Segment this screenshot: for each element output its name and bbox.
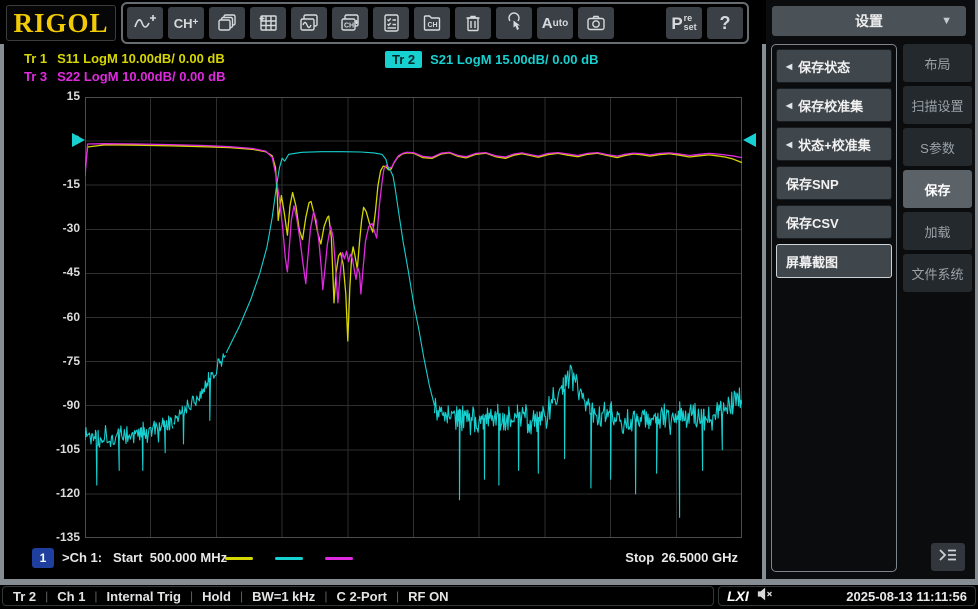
submenu-column: ◀ 保存状态 ◀ 保存校准集 ◀ 状态+校准集 保存SNP 保存CSV 屏幕截图 <box>771 44 897 572</box>
legend-dash-s11 <box>225 557 253 560</box>
y-tick: -30 <box>62 221 80 235</box>
status-bar: Tr 2 | Ch 1 | Internal Trig | Hold | BW=1 kH… <box>0 585 978 609</box>
trace-format: S21 LogM 15.00dB/ 0.00 dB <box>430 52 599 67</box>
auto-scale-button[interactable]: Auto <box>537 7 573 39</box>
tab-s-params[interactable]: S参数 <box>903 128 972 166</box>
y-tick: -45 <box>62 265 80 279</box>
collapse-menu-icon <box>938 547 958 568</box>
trace-manager-button[interactable] <box>373 7 409 39</box>
submenu-arrow-icon: ◀ <box>786 100 793 110</box>
clipboard-list-icon <box>380 12 402 34</box>
status-left-section: Tr 2 | Ch 1 | Internal Trig | Hold | BW=1 kH… <box>2 586 714 606</box>
submenu-item-save-csv[interactable]: 保存CSV <box>776 205 892 239</box>
stop-frequency-label[interactable]: Stop 26.5000 GHz <box>625 550 738 565</box>
lxi-logo: LXI <box>727 588 749 604</box>
channel-windows-button[interactable]: CH <box>332 7 368 39</box>
status-right-section: LXI 2025-08-13 11:11:56 <box>718 586 976 606</box>
status-cal: C 2-Port <box>336 588 387 604</box>
help-button[interactable]: ? <box>707 7 743 39</box>
submenu-item-screenshot[interactable]: 屏幕截图 <box>776 244 892 278</box>
window-wave-icon <box>298 12 320 34</box>
ref-level-marker-right <box>743 133 756 147</box>
svg-text:CH: CH <box>344 23 354 30</box>
preset-button[interactable]: P re set <box>666 7 702 39</box>
rigol-logo: RIGOL <box>6 5 116 41</box>
submenu-arrow-icon: ◀ <box>786 139 793 149</box>
menu-header-label: 设置 <box>855 13 883 29</box>
y-tick: -60 <box>62 310 80 324</box>
trace-format: S11 LogM 10.00dB/ 0.00 dB <box>57 51 225 66</box>
tab-layout[interactable]: 布局 <box>903 44 972 82</box>
menu-collapse-button[interactable] <box>931 543 965 571</box>
screenshot-button[interactable] <box>578 7 614 39</box>
trace-label-tr1[interactable]: Tr 1 S11 LogM 10.00dB/ 0.00 dB <box>24 51 225 66</box>
add-channel-button[interactable]: CH + <box>168 7 204 39</box>
y-tick: -75 <box>62 354 80 368</box>
submenu-item-save-state[interactable]: ◀ 保存状态 <box>776 49 892 83</box>
status-active-trace: Tr 2 <box>13 588 37 604</box>
vna-screen: RIGOL CH + CH CH A uto P re set ? Tr 1 S… <box>0 0 978 609</box>
wave-plus-icon <box>133 12 157 34</box>
submenu-item-save-cal[interactable]: ◀ 保存校准集 <box>776 88 892 122</box>
table-add-icon <box>257 12 279 34</box>
submenu-item-save-snp[interactable]: 保存SNP <box>776 166 892 200</box>
status-rf: RF ON <box>408 588 449 604</box>
y-tick: -15 <box>62 177 80 191</box>
legend-dash-s21 <box>275 557 303 560</box>
svg-text:CH: CH <box>428 22 438 29</box>
touch-icon <box>503 12 525 34</box>
chevron-down-icon: ▼ <box>941 15 952 27</box>
tab-sweep-setup[interactable]: 扫描设置 <box>903 86 972 124</box>
y-tick: -120 <box>55 486 80 500</box>
measurement-table-button[interactable] <box>250 7 286 39</box>
trace-windows-button[interactable] <box>291 7 327 39</box>
chart-region: Tr 1 S11 LogM 10.00dB/ 0.00 dB Tr 3 S22 … <box>4 44 762 579</box>
submenu-arrow-icon: ◀ <box>786 61 793 71</box>
delete-button[interactable] <box>455 7 491 39</box>
plot-area[interactable] <box>85 97 742 538</box>
help-label: ? <box>719 12 731 33</box>
trace-format: S22 LogM 10.00dB/ 0.00 dB <box>57 69 226 84</box>
speaker-muted-icon <box>757 587 774 606</box>
tab-load[interactable]: 加载 <box>903 212 972 250</box>
channel-manager-button[interactable]: CH <box>414 7 450 39</box>
window-stack-icon <box>216 12 238 34</box>
trace-label-tr3[interactable]: Tr 3 S22 LogM 10.00dB/ 0.00 dB <box>24 69 225 84</box>
tab-file-system[interactable]: 文件系统 <box>903 254 972 292</box>
add-trace-button[interactable] <box>127 7 163 39</box>
window-layout-button[interactable] <box>209 7 245 39</box>
legend-dash-s22 <box>325 557 353 560</box>
status-bandwidth: BW=1 kHz <box>252 588 316 604</box>
toolbar: RIGOL CH + CH CH A uto P re set ? <box>0 0 766 44</box>
trace-id: Tr 1 <box>24 51 48 66</box>
status-active-channel: Ch 1 <box>57 588 86 604</box>
toolbar-button-group: CH + CH CH A uto P re set ? <box>121 2 749 44</box>
submenu-item-state-cal[interactable]: ◀ 状态+校准集 <box>776 127 892 161</box>
y-tick: -135 <box>55 530 80 544</box>
y-tick: 15 <box>66 89 80 103</box>
tab-save[interactable]: 保存 <box>903 170 972 208</box>
menu-header-dropdown[interactable]: 设置 ▼ <box>772 6 966 36</box>
active-trace-badge: Tr 2 <box>385 51 423 68</box>
folder-ch-icon: CH <box>421 12 443 34</box>
status-trigger: Internal Trig <box>106 588 181 604</box>
trace-label-tr2[interactable]: Tr 2 S21 LogM 15.00dB/ 0.00 dB <box>385 51 598 68</box>
sidebar-menu: 设置 ▼ ◀ 保存状态 ◀ 保存校准集 ◀ 状态+校准集 保存SNP 保存CSV <box>766 0 978 579</box>
ref-level-marker-left <box>72 133 85 147</box>
y-tick: -90 <box>62 398 80 412</box>
window-ch-icon: CH <box>339 12 361 34</box>
datetime: 2025-08-13 11:11:56 <box>846 588 967 604</box>
channel-badge[interactable]: 1 <box>32 548 54 568</box>
touch-button[interactable] <box>496 7 532 39</box>
channel-add-label: CH <box>173 15 193 31</box>
trace-id: Tr 3 <box>24 69 48 84</box>
y-tick: -105 <box>55 442 80 456</box>
camera-icon <box>585 12 607 34</box>
start-frequency-label[interactable]: >Ch 1: Start 500.000 MHz <box>62 550 227 565</box>
trash-icon <box>462 12 484 34</box>
menu-tabs-column: 布局 扫描设置 S参数 保存 加载 文件系统 <box>903 44 972 292</box>
status-sweep: Hold <box>202 588 231 604</box>
